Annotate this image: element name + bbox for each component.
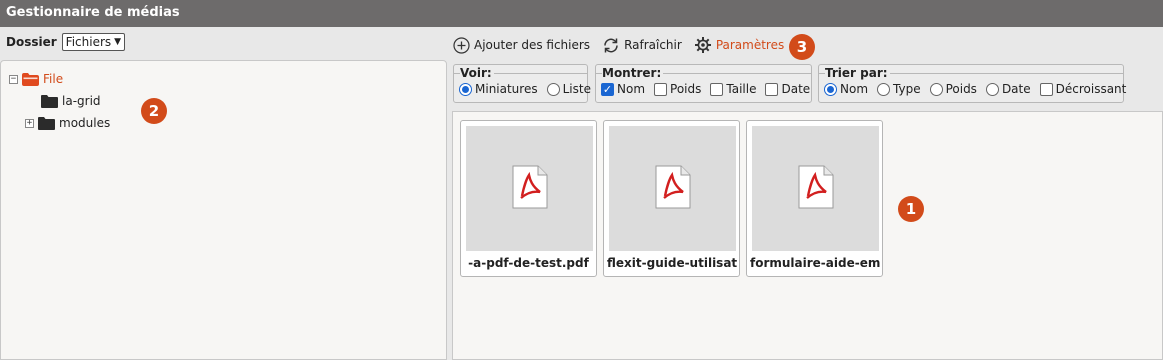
option-label: Taille bbox=[726, 82, 757, 96]
sort-type-option[interactable]: Type bbox=[877, 82, 921, 96]
checkbox[interactable] bbox=[1039, 82, 1053, 96]
add-files-button[interactable]: Ajouter des fichiers bbox=[453, 36, 591, 54]
show-fields-group: Montrer: ✓ Nom Poids Taille Date bbox=[595, 64, 812, 103]
add-circle-icon bbox=[453, 36, 470, 54]
expand-icon[interactable]: + bbox=[25, 118, 34, 128]
chevron-down-icon: ▼ bbox=[114, 37, 122, 47]
radio-button[interactable] bbox=[877, 82, 891, 96]
file-tile[interactable]: -a-pdf-de-test.pdf bbox=[460, 120, 597, 277]
pdf-icon bbox=[510, 164, 550, 213]
view-mode-legend: Voir: bbox=[460, 66, 494, 80]
sort-name-option[interactable]: Nom bbox=[824, 82, 868, 96]
refresh-label: Rafraîchir bbox=[624, 38, 682, 52]
sort-date-option[interactable]: Date bbox=[985, 82, 1031, 96]
option-label: Date bbox=[1001, 82, 1031, 96]
option-label: Poids bbox=[945, 82, 977, 96]
toolbar: Ajouter des fichiers Rafraîchir Paramètr… bbox=[447, 34, 796, 56]
option-label: Poids bbox=[670, 82, 702, 96]
radio-button[interactable] bbox=[824, 82, 837, 96]
view-list-option[interactable]: Liste bbox=[546, 82, 591, 96]
pdf-icon bbox=[796, 164, 836, 213]
option-label: Miniatures bbox=[475, 82, 538, 96]
tree-item-label: File bbox=[43, 72, 64, 86]
option-label: Type bbox=[893, 82, 921, 96]
folder-icon bbox=[41, 94, 58, 108]
file-name: formulaire-aide-em bbox=[750, 256, 881, 270]
tree-item-file[interactable]: − File bbox=[9, 70, 63, 88]
sort-by-legend: Trier par: bbox=[825, 66, 890, 80]
settings-label: Paramètres bbox=[715, 38, 785, 52]
checkbox[interactable] bbox=[710, 82, 724, 96]
sort-by-group: Trier par: Nom Type Poids Date Décroissa… bbox=[818, 64, 1127, 103]
checkbox[interactable] bbox=[654, 82, 668, 96]
sort-descending-option[interactable]: Décroissant bbox=[1039, 82, 1127, 96]
pdf-icon bbox=[653, 164, 693, 213]
collapse-icon[interactable]: − bbox=[9, 74, 18, 84]
file-thumbnail bbox=[609, 126, 736, 251]
folder-picker-row: Dossier Fichiers ▼ bbox=[6, 33, 126, 51]
file-tile[interactable]: formulaire-aide-em bbox=[746, 120, 883, 277]
tree-item-la-grid[interactable]: la-grid bbox=[41, 92, 101, 110]
show-date-option[interactable]: Date bbox=[765, 82, 810, 96]
app-title: Gestionnaire de médias bbox=[0, 0, 1163, 27]
folder-panel: Dossier Fichiers ▼ − File la-grid + modu… bbox=[0, 27, 447, 360]
radio-button[interactable] bbox=[929, 82, 943, 96]
callout-badge-3: 3 bbox=[789, 34, 815, 60]
show-fields-legend: Montrer: bbox=[602, 66, 664, 80]
radio-button[interactable] bbox=[985, 82, 999, 96]
gear-icon bbox=[694, 36, 712, 54]
settings-button[interactable]: Paramètres bbox=[694, 36, 784, 54]
file-thumbnail bbox=[752, 126, 879, 251]
option-label: Date bbox=[781, 82, 811, 96]
show-size-option[interactable]: Taille bbox=[710, 82, 756, 96]
radio-button[interactable] bbox=[546, 82, 560, 96]
radio-button[interactable] bbox=[459, 82, 472, 96]
folder-tree: − File la-grid + modules 2 bbox=[0, 60, 447, 360]
files-panel: Ajouter des fichiers Rafraîchir Paramètr… bbox=[447, 27, 1163, 360]
folder-select[interactable]: Fichiers ▼ bbox=[61, 33, 126, 51]
view-mode-group: Voir: Miniatures Liste bbox=[453, 64, 591, 103]
file-grid: -a-pdf-de-test.pdf flexit-guide-utilisat… bbox=[452, 111, 1163, 360]
file-tile[interactable]: flexit-guide-utilisat bbox=[603, 120, 740, 277]
file-thumbnail bbox=[466, 126, 593, 251]
folder-picker-label: Dossier bbox=[6, 35, 57, 49]
file-name: -a-pdf-de-test.pdf bbox=[468, 256, 589, 270]
folder-open-icon bbox=[22, 72, 39, 86]
checkbox[interactable] bbox=[765, 82, 779, 96]
callout-badge-2: 2 bbox=[141, 98, 167, 124]
view-thumbnails-option[interactable]: Miniatures bbox=[459, 82, 538, 96]
folder-select-value: Fichiers bbox=[65, 35, 112, 49]
option-label: Liste bbox=[562, 82, 591, 96]
checkbox[interactable]: ✓ bbox=[601, 82, 614, 96]
tree-item-modules[interactable]: + modules bbox=[25, 114, 110, 132]
tree-item-label: modules bbox=[59, 116, 111, 130]
option-label: Nom bbox=[617, 82, 646, 96]
show-name-option[interactable]: ✓ Nom bbox=[601, 82, 645, 96]
refresh-button[interactable]: Rafraîchir bbox=[602, 37, 682, 54]
add-files-label: Ajouter des fichiers bbox=[474, 38, 591, 52]
folder-icon bbox=[38, 116, 55, 130]
show-weight-option[interactable]: Poids bbox=[654, 82, 701, 96]
option-label: Décroissant bbox=[1055, 82, 1127, 96]
callout-badge-1: 1 bbox=[898, 196, 924, 222]
sort-weight-option[interactable]: Poids bbox=[929, 82, 977, 96]
option-label: Nom bbox=[840, 82, 869, 96]
tree-item-label: la-grid bbox=[62, 94, 101, 108]
refresh-icon bbox=[602, 37, 620, 54]
file-name: flexit-guide-utilisat bbox=[607, 256, 738, 270]
